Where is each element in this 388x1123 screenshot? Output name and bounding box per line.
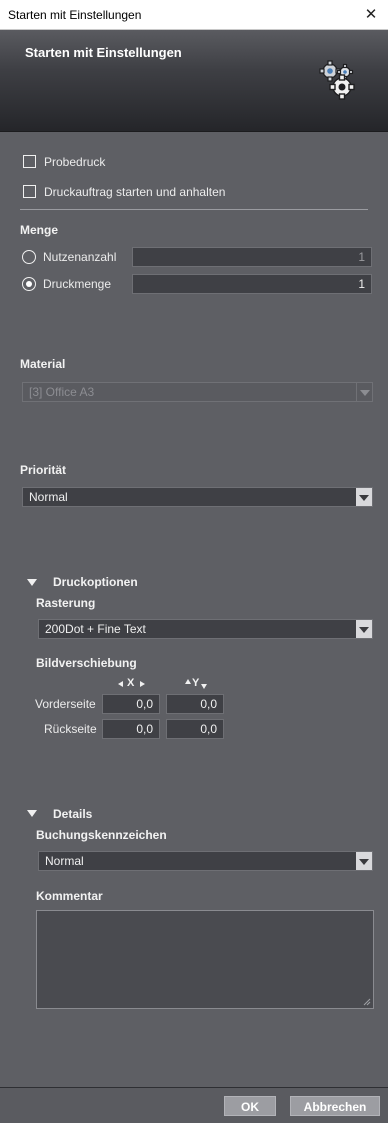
vorderseite-label: Vorderseite <box>35 697 96 711</box>
druckmenge-radio[interactable] <box>22 277 36 291</box>
divider <box>20 209 368 210</box>
material-heading: Material <box>20 357 66 371</box>
buchungskennzeichen-select[interactable]: Normal <box>38 851 373 871</box>
arrow-right-icon <box>140 681 145 687</box>
buchungskennzeichen-value: Normal <box>45 854 84 868</box>
prioritaet-value: Normal <box>29 490 68 504</box>
rueckseite-label: Rückseite <box>44 722 97 736</box>
dialog-header: Starten mit Einstellungen <box>0 30 388 132</box>
ok-button[interactable]: OK <box>224 1096 276 1116</box>
kommentar-label: Kommentar <box>36 889 103 903</box>
rasterung-value: 200Dot + Fine Text <box>45 622 146 636</box>
expand-triangle-icon[interactable] <box>27 810 37 817</box>
rueckseite-x-input[interactable]: 0,0 <box>102 719 160 739</box>
close-icon[interactable]: ✕ <box>360 4 382 26</box>
rueckseite-y-input[interactable]: 0,0 <box>166 719 224 739</box>
kommentar-textarea[interactable] <box>36 910 374 1009</box>
y-label: Y <box>192 677 200 689</box>
probedruck-checkbox[interactable] <box>23 155 36 168</box>
material-value: [3] Office A3 <box>29 385 95 399</box>
arrow-down-icon <box>201 684 207 689</box>
chevron-down-icon[interactable] <box>356 488 372 506</box>
arrow-up-icon <box>185 679 191 684</box>
chevron-down-icon[interactable] <box>356 620 372 638</box>
x-label: X <box>127 677 135 689</box>
start-pause-label: Druckauftrag starten und anhalten <box>44 185 226 199</box>
nutzenanzahl-radio[interactable] <box>22 250 36 264</box>
bildverschiebung-label: Bildverschiebung <box>36 656 137 670</box>
menge-heading: Menge <box>20 223 59 237</box>
chevron-down-icon[interactable] <box>356 852 372 870</box>
probedruck-label: Probedruck <box>44 155 106 169</box>
arrow-left-icon <box>118 681 123 687</box>
x-axis-header: X <box>118 677 148 690</box>
start-pause-checkbox[interactable] <box>23 185 36 198</box>
y-axis-header: Y <box>184 677 214 690</box>
dialog-title: Starten mit Einstellungen <box>25 45 182 60</box>
druckmenge-input[interactable]: 1 <box>132 274 372 294</box>
rasterung-label: Rasterung <box>36 596 96 610</box>
dialog-footer: OK Abbrechen <box>0 1087 388 1123</box>
prioritaet-select[interactable]: Normal <box>22 487 373 507</box>
prioritaet-heading: Priorität <box>20 463 67 477</box>
details-heading[interactable]: Details <box>53 807 92 821</box>
window-titlebar: Starten mit Einstellungen ✕ <box>0 0 388 30</box>
buchungskennzeichen-label: Buchungskennzeichen <box>36 828 167 842</box>
vorderseite-y-input[interactable]: 0,0 <box>166 694 224 714</box>
chevron-down-icon <box>356 383 372 401</box>
druckoptionen-heading[interactable]: Druckoptionen <box>53 575 138 589</box>
druckmenge-label: Druckmenge <box>43 277 112 291</box>
nutzenanzahl-label: Nutzenanzahl <box>43 250 117 264</box>
rasterung-select[interactable]: 200Dot + Fine Text <box>38 619 373 639</box>
expand-triangle-icon[interactable] <box>27 579 37 586</box>
resize-grip-icon[interactable] <box>363 998 371 1006</box>
nutzenanzahl-input[interactable]: 1 <box>132 247 372 267</box>
gears-icon <box>319 60 355 100</box>
vorderseite-x-input[interactable]: 0,0 <box>102 694 160 714</box>
window-title: Starten mit Einstellungen <box>8 8 142 22</box>
cancel-button[interactable]: Abbrechen <box>290 1096 380 1116</box>
material-select: [3] Office A3 <box>22 382 373 402</box>
